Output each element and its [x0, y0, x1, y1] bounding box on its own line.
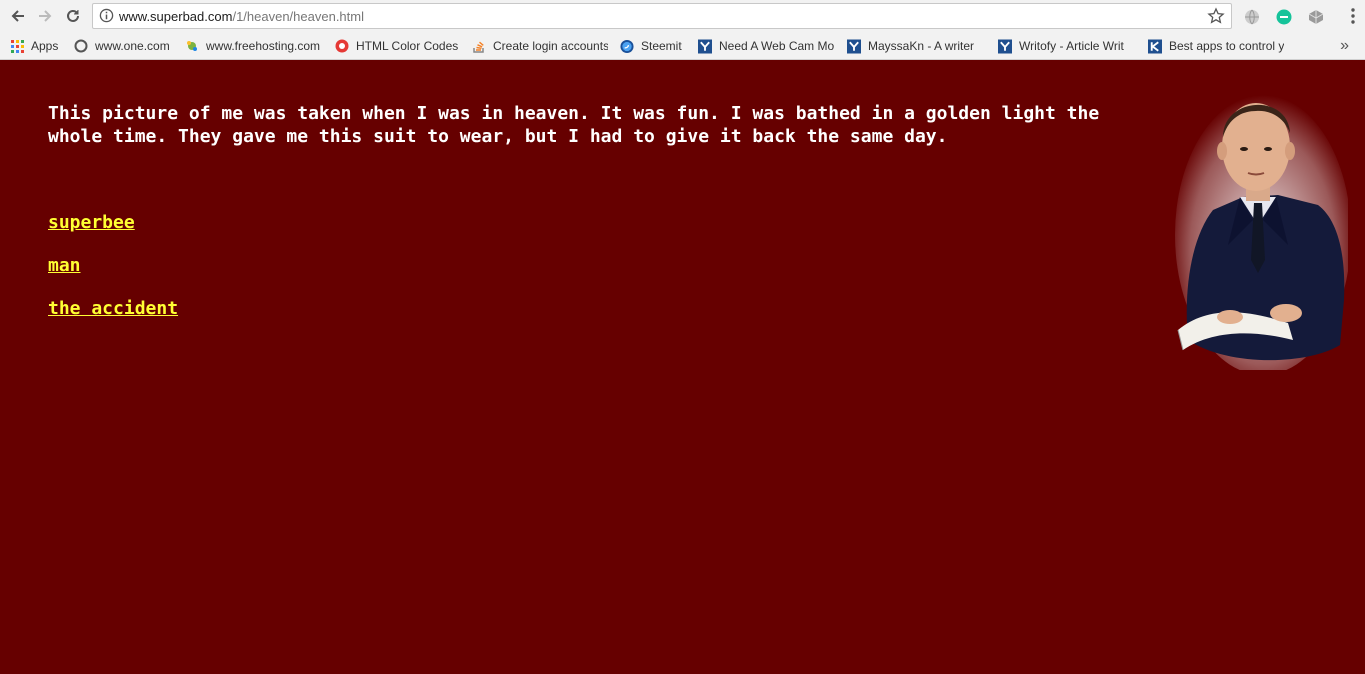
bookmark-create-login[interactable]: Create login accounts	[472, 37, 608, 55]
k-bookmark-icon	[1148, 39, 1162, 53]
url-text[interactable]: www.superbad.com/1/heaven/heaven.html	[119, 9, 364, 24]
info-icon[interactable]	[99, 8, 114, 23]
bookmark-steemit[interactable]: Steemit	[620, 37, 690, 55]
bookmark-label: Create login accounts	[493, 39, 608, 53]
y-bookmark-icon	[698, 39, 712, 53]
html-color-codes-icon	[335, 39, 349, 53]
bookmark-need-a-web-cam[interactable]: Need A Web Cam Mo	[698, 37, 835, 55]
bookmark-freehosting[interactable]: www.freehosting.com	[185, 37, 321, 55]
forward-arrow-icon	[39, 10, 52, 22]
intro-paragraph: This picture of me was taken when I was …	[48, 103, 1100, 147]
browser-toolbar: www.superbad.com/1/heaven/heaven.html	[0, 0, 1365, 33]
url-host: www.superbad.com	[119, 9, 233, 24]
extension-grammarly-icon[interactable]	[1275, 8, 1293, 26]
link-man[interactable]: man	[48, 255, 81, 276]
link-superbee[interactable]: superbee	[48, 212, 135, 233]
bookmark-writofy[interactable]: Writofy - Article Writ	[998, 37, 1135, 55]
apps-grid-icon	[10, 39, 24, 53]
steemit-icon	[620, 39, 634, 53]
back-button[interactable]	[6, 5, 30, 27]
bookmark-html-color-codes[interactable]: HTML Color Codes	[335, 37, 461, 55]
bookmark-one-com[interactable]: www.one.com	[74, 37, 174, 55]
bookmark-star-icon[interactable]	[1207, 7, 1225, 25]
bookmark-label: www.freehosting.com	[206, 39, 321, 53]
bookmark-mayssakn[interactable]: MayssaKn - A writer	[847, 37, 984, 55]
bookmarks-bar: Apps www.one.com www.freehosting.com HTM…	[0, 33, 1365, 60]
bookmark-best-apps[interactable]: Best apps to control y	[1148, 37, 1285, 55]
y-bookmark-icon	[847, 39, 861, 53]
reload-icon	[67, 9, 79, 22]
address-bar[interactable]: www.superbad.com/1/heaven/heaven.html	[92, 3, 1232, 29]
bookmark-label: Writofy - Article Writ	[1019, 39, 1124, 53]
more-bookmarks-chevron-icon[interactable]: »	[1340, 37, 1349, 55]
man-in-suit-portrait-image	[1175, 95, 1348, 370]
bookmark-label: Best apps to control y	[1169, 39, 1285, 53]
stack-overflow-icon	[472, 39, 486, 53]
bookmark-label: Need A Web Cam Mo	[719, 39, 835, 53]
page-content: This picture of me was taken when I was …	[0, 60, 1365, 674]
y-bookmark-icon	[998, 39, 1012, 53]
browser-menu-button[interactable]	[1351, 8, 1355, 29]
bookmark-label: www.one.com	[95, 39, 170, 53]
forward-button[interactable]	[33, 5, 57, 27]
back-arrow-icon	[11, 10, 24, 22]
bookmark-label: MayssaKn - A writer	[868, 39, 975, 53]
extension-cube-icon[interactable]	[1307, 8, 1325, 26]
link-the-accident[interactable]: the accident	[48, 298, 178, 319]
reload-button[interactable]	[61, 5, 85, 27]
bookmark-apps[interactable]: Apps	[10, 37, 58, 55]
vertical-dots-icon	[1351, 8, 1355, 24]
freehosting-icon	[185, 39, 199, 53]
bookmark-label: HTML Color Codes	[356, 39, 459, 53]
url-path: /1/heaven/heaven.html	[232, 9, 364, 24]
one-com-icon	[74, 39, 88, 53]
extension-globe-icon[interactable]	[1243, 8, 1261, 26]
bookmark-label: Apps	[31, 39, 59, 53]
bookmark-label: Steemit	[641, 39, 682, 53]
